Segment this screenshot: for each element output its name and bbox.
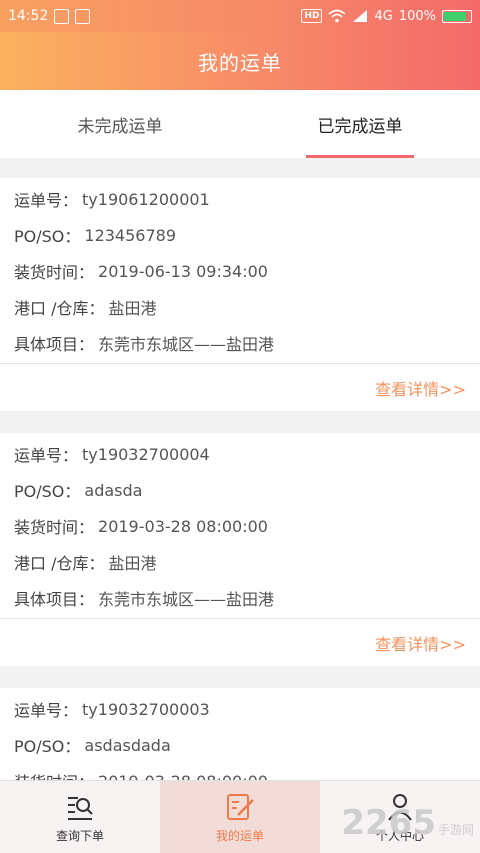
po-so-value: asdasdada	[84, 735, 171, 755]
tab-completed-orders[interactable]: 已完成运单	[240, 90, 480, 158]
search-list-icon	[68, 796, 93, 820]
order-card: 运单号： ty19032700004 PO/SO： adasda 装货时间： 2019…	[0, 433, 480, 666]
project-row: 具体项目： 东莞市东城区——盐田港	[0, 580, 480, 616]
order-number-value: ty19061200001	[82, 189, 210, 209]
page-title: 我的运单	[198, 50, 282, 75]
port-row: 港口 /仓库： 盐田港	[0, 289, 480, 325]
project-value: 东莞市东城区——盐田港	[98, 590, 275, 609]
watermark-number: 2265	[341, 803, 436, 843]
watermark-text: 手游网	[437, 823, 474, 837]
status-bar: 14:52 HD 4G 100%	[0, 0, 480, 32]
po-so-label: PO/SO：	[14, 737, 81, 756]
order-number-row: 运单号： ty19032700004	[0, 436, 480, 472]
order-number-label: 运单号：	[14, 701, 79, 720]
network-type: 4G	[374, 8, 393, 24]
project-label: 具体项目：	[14, 335, 95, 354]
po-so-label: PO/SO：	[14, 482, 81, 501]
title-bar: 我的运单	[0, 32, 480, 90]
card-footer: 查看详情>>	[0, 363, 480, 411]
port-value: 盐田港	[108, 554, 157, 573]
nav-label: 查询下单	[55, 828, 104, 843]
watermark-logo: 2265 手游网	[341, 803, 474, 843]
battery-percent: 100%	[398, 8, 436, 24]
signal-icon	[353, 10, 368, 22]
po-so-row: PO/SO： 123456789	[0, 217, 480, 253]
bottom-nav: 查询下单 我的运单 个人中心 2265 手游网	[0, 780, 480, 853]
project-value: 东莞市东城区——盐田港	[98, 335, 275, 354]
order-list: 运单号： ty19061200001 PO/SO： 123456789 装货时间： 2…	[0, 178, 480, 823]
card-footer: 查看详情>>	[0, 618, 480, 666]
tab-incomplete-orders[interactable]: 未完成运单	[0, 90, 240, 158]
load-time-row: 装货时间：2019-03-28 08:00:00	[0, 508, 480, 544]
wifi-icon	[328, 9, 346, 23]
load-time-value: 2019-03-28 08:00:00	[98, 516, 268, 536]
po-so-value: 123456789	[84, 225, 177, 245]
po-so-row: PO/SO： adasda	[0, 472, 480, 508]
edit-order-icon	[227, 793, 254, 820]
project-label: 具体项目：	[14, 590, 95, 609]
notification-icon	[54, 8, 70, 24]
port-value: 盐田港	[108, 299, 157, 318]
order-number-row: 运单号： ty19032700003	[0, 691, 480, 727]
po-so-value: adasda	[84, 480, 143, 500]
tab-bar: 未完成运单 已完成运单	[0, 90, 480, 158]
view-details-link[interactable]: 查看详情>>	[375, 376, 466, 400]
port-row: 港口 /仓库： 盐田港	[0, 544, 480, 580]
nav-query-order[interactable]: 查询下单	[0, 781, 160, 853]
project-row: 具体项目： 东莞市东城区——盐田港	[0, 325, 480, 361]
order-card: 运单号： ty19061200001 PO/SO： 123456789 装货时间： 2…	[0, 178, 480, 411]
port-label: 港口 /仓库：	[14, 554, 105, 573]
load-time-label: 装货时间：	[14, 263, 95, 282]
po-so-row: PO/SO： asdasdada	[0, 727, 480, 763]
load-time-value: 2019-06-13 09:34:00	[98, 261, 268, 281]
order-number-row: 运单号： ty19061200001	[0, 181, 480, 217]
order-number-label: 运单号：	[14, 191, 79, 210]
view-details-link[interactable]: 查看详情>>	[375, 631, 466, 655]
order-number-label: 运单号：	[14, 446, 79, 465]
order-number-value: ty19032700003	[82, 699, 210, 719]
load-time-row: 装货时间： 2019-06-13 09:34:00	[0, 253, 480, 289]
port-label: 港口 /仓库：	[14, 299, 105, 318]
nav-label: 我的运单	[215, 828, 264, 843]
load-time-label: 装货时间：	[14, 518, 95, 537]
battery-icon	[442, 9, 472, 23]
hd-icon: HD	[301, 9, 323, 23]
status-time: 14:52	[8, 8, 49, 24]
usb-icon	[75, 8, 91, 24]
order-number-value: ty19032700004	[82, 444, 210, 464]
po-so-label: PO/SO：	[14, 227, 81, 246]
nav-my-orders[interactable]: 我的运单	[160, 781, 320, 853]
